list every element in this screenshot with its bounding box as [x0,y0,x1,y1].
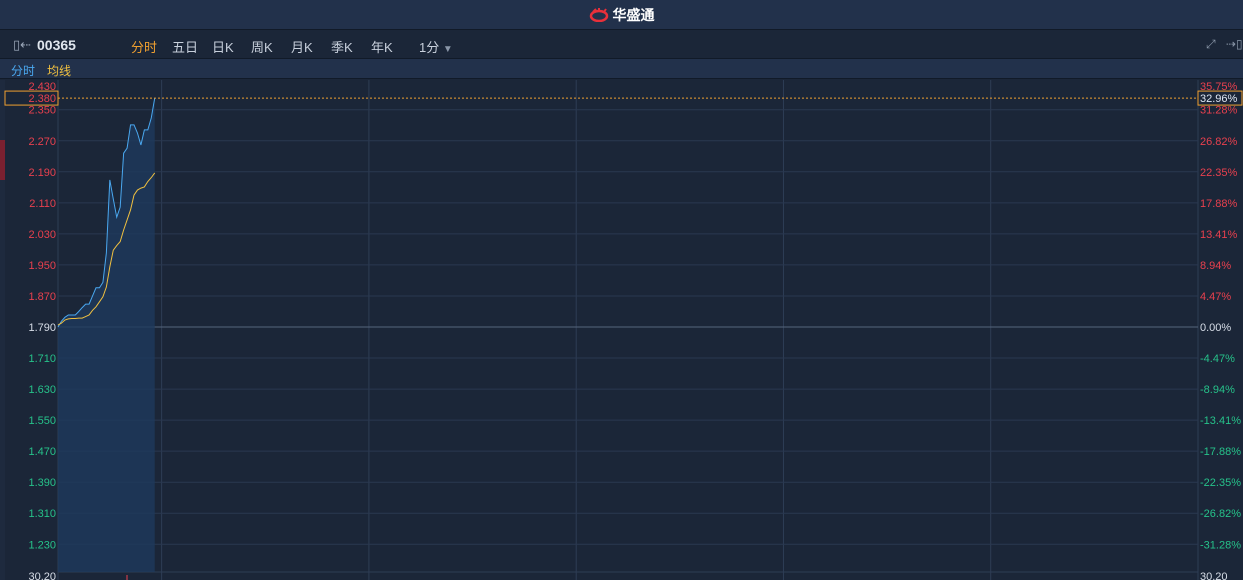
price-tick-label: 2.110 [29,198,56,210]
price-tick-label: 2.270 [28,136,56,148]
chart-toolbar: ▯⇠ 00365 分时 五日 日K 周K 月K 季K 年K 1分 ▼ ⤢ ⇢▯ [0,31,1243,59]
percent-tick-label: 13.41% [1200,229,1238,241]
plot-background [58,80,1198,572]
percent-tick-label: 0.00% [1200,322,1231,334]
fullscreen-icon[interactable]: ⤢ [1206,37,1216,52]
price-tick-label: 2.030 [28,229,56,241]
percent-tick-label: 26.82% [1200,136,1238,148]
price-area-fill [58,98,155,572]
price-line [57,97,156,328]
tab-weekly-k[interactable]: 周K [251,37,273,56]
volume-max-left: 30.20 [28,571,56,580]
price-tick-label: 1.310 [28,508,56,520]
price-cursor-box [4,90,59,106]
percent-tick-label: 31.28% [1200,105,1238,117]
collapse-left-icon[interactable]: ▯⇠ [13,37,31,53]
average-line [57,172,156,326]
legend-price: 分时 [11,64,36,78]
huashengtong-logo-icon [589,7,608,22]
price-tick-label: 1.710 [28,353,56,365]
percent-cursor-label: 32.96% [1200,93,1238,105]
left-edge-strip [0,80,5,580]
price-tick-label: 1.790 [28,322,56,334]
percent-tick-label: -4.47% [1200,353,1235,365]
price-tick-label: 1.470 [28,446,56,458]
percent-tick-label: -13.41% [1200,415,1241,427]
collapse-right-icon[interactable]: ⇢▯ [1226,37,1243,51]
app-title: 华盛通 [612,6,655,23]
percent-tick-label: 17.88% [1200,198,1238,210]
price-tick-label: 1.390 [28,477,56,489]
price-tick-label: 1.630 [28,384,56,396]
percent-tick-label: -17.88% [1200,446,1241,458]
tab-intraday[interactable]: 分时 [131,37,157,56]
legend-average: 均线 [47,64,72,78]
percent-tick-label: 35.75% [1200,81,1238,93]
price-cursor-label: 2.380 [28,93,56,105]
tab-yearly-k[interactable]: 年K [371,37,393,56]
price-tick-label: 1.950 [28,260,56,272]
percent-tick-label: -22.35% [1200,477,1241,489]
chart-legend: 分时 均线 [0,59,1243,79]
percent-tick-label: -31.28% [1200,539,1241,551]
tab-five-day[interactable]: 五日 [172,37,198,56]
stock-code: 00365 [37,37,76,53]
percent-tick-label: 8.94% [1200,260,1231,272]
price-tick-label: 2.350 [28,105,56,117]
tab-daily-k[interactable]: 日K [212,37,234,56]
tab-monthly-k[interactable]: 月K [291,37,313,56]
percent-tick-label: -26.82% [1200,508,1241,520]
price-tick-label: 2.190 [28,167,56,179]
interval-value: 1分 [419,40,440,55]
percent-tick-label: -8.94% [1200,384,1235,396]
tab-quarterly-k[interactable]: 季K [331,37,353,56]
volume-max-right: 30.20 [1200,571,1228,580]
chevron-down-icon: ▼ [442,44,453,55]
price-tick-label: 1.550 [28,415,56,427]
price-tick-label: 1.230 [28,539,56,551]
intraday-chart[interactable]: 2.430 35.75% 2.350 31.28% 2.270 26.82% 2.190 22… [0,0,1243,580]
price-tick-label: 1.870 [28,291,56,303]
price-tick-label: 2.430 [28,81,56,93]
title-bar: 华盛通 [0,0,1243,30]
percent-cursor-box [1197,90,1243,106]
percent-tick-label: 4.47% [1200,291,1231,303]
interval-select[interactable]: 1分 ▼ [419,37,453,56]
percent-tick-label: 22.35% [1200,167,1238,179]
